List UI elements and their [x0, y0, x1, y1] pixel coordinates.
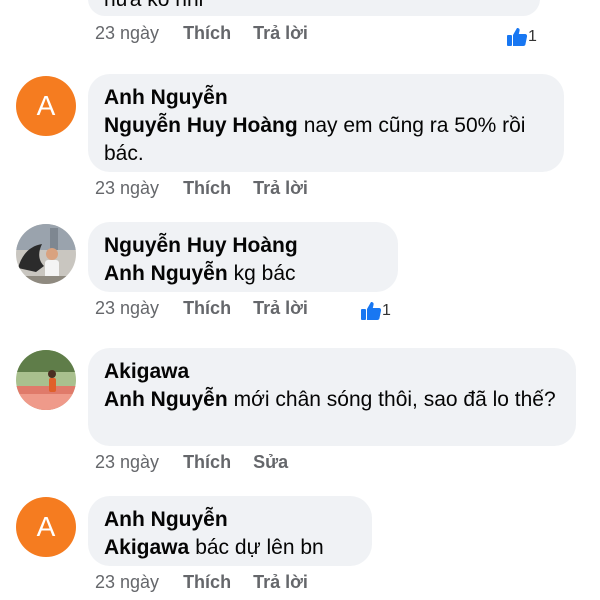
- comment-bubble: Anh Nguyễn Akigawa bác dự lên bn: [88, 496, 372, 566]
- avatar-photo: [16, 350, 76, 410]
- reply-button[interactable]: Trả lời: [253, 572, 308, 593]
- comment-author[interactable]: Anh Nguyễn: [104, 84, 548, 112]
- comment-bubble-partial: hứa ko nhỉ: [88, 0, 540, 16]
- reply-button[interactable]: Trả lời: [253, 23, 308, 44]
- comment-author[interactable]: Anh Nguyễn: [104, 506, 356, 534]
- comment-author[interactable]: Nguyễn Huy Hoàng: [104, 232, 382, 260]
- comment-author[interactable]: Akigawa: [104, 358, 560, 386]
- comment-actions: 23 ngày Thích Trả lời: [95, 295, 330, 321]
- avatar-letter: A: [36, 511, 56, 542]
- like-button[interactable]: Thích: [183, 452, 231, 473]
- comment-bubble: Akigawa Anh Nguyễn mới chân sóng thôi, sa…: [88, 348, 576, 446]
- thumbs-up-icon: [361, 302, 382, 320]
- mention-tag[interactable]: Anh Nguyễn: [104, 388, 228, 411]
- reaction-number: 1: [382, 302, 391, 319]
- timestamp: 23 ngày: [95, 571, 160, 592]
- reply-button[interactable]: Trả lời: [253, 298, 308, 319]
- comment-actions: 23 ngày Thích Trả lời: [95, 569, 330, 595]
- comment-actions: 23 ngày Thích Sửa: [95, 449, 310, 475]
- comment-bubble: Nguyễn Huy Hoàng Anh Nguyễn kg bác: [88, 222, 398, 292]
- comment-actions: 23 ngày Thích Trả lời: [95, 175, 330, 201]
- reaction-number: 1: [528, 28, 537, 45]
- like-button[interactable]: Thích: [183, 298, 231, 319]
- avatar[interactable]: A: [16, 497, 76, 557]
- reaction-count[interactable]: 1: [506, 27, 537, 47]
- comment-body: kg bác: [233, 262, 296, 285]
- comment-text: Akigawa bác dự lên bn: [104, 534, 356, 562]
- timestamp: 23 ngày: [95, 297, 160, 318]
- avatar[interactable]: A: [16, 76, 76, 136]
- like-button[interactable]: Thích: [183, 178, 231, 199]
- comment-text: Nguyễn Huy Hoàng nay em cũng ra 50% rồi b…: [104, 112, 548, 168]
- mention-tag[interactable]: Nguyễn Huy Hoàng: [104, 114, 298, 137]
- thumbs-up-icon: [507, 28, 528, 46]
- like-button[interactable]: Thích: [183, 23, 231, 44]
- like-button[interactable]: Thích: [183, 572, 231, 593]
- edit-button[interactable]: Sửa: [253, 452, 288, 473]
- avatar[interactable]: [16, 224, 76, 284]
- comment-actions-top: 23 ngày Thích Trả lời: [95, 20, 330, 46]
- comment-text: Anh Nguyễn mới chân sóng thôi, sao đã lo …: [104, 386, 560, 414]
- mention-tag[interactable]: Anh Nguyễn: [104, 262, 228, 285]
- comment-text: hứa ko nhỉ: [104, 0, 524, 14]
- comment-text: Anh Nguyễn kg bác: [104, 260, 382, 288]
- reaction-count[interactable]: 1: [360, 301, 391, 321]
- comment-body: mới chân sóng thôi, sao đã lo thế?: [233, 388, 556, 411]
- timestamp: 23 ngày: [95, 177, 160, 198]
- avatar-photo: [16, 224, 76, 284]
- timestamp: 23 ngày: [95, 451, 160, 472]
- mention-tag[interactable]: Akigawa: [104, 536, 189, 559]
- reply-button[interactable]: Trả lời: [253, 178, 308, 199]
- timestamp: 23 ngày: [95, 22, 160, 43]
- comment-body: bác dự lên bn: [195, 536, 324, 559]
- avatar[interactable]: [16, 350, 76, 410]
- comment-bubble: Anh Nguyễn Nguyễn Huy Hoàng nay em cũng r…: [88, 74, 564, 172]
- avatar-letter: A: [36, 90, 56, 121]
